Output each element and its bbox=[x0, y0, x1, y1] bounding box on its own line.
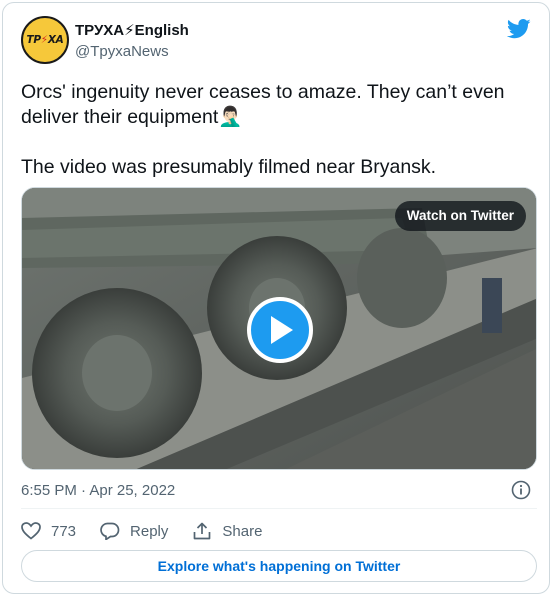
like-count: 773 bbox=[51, 522, 77, 540]
video-media[interactable]: Watch on Twitter bbox=[21, 187, 537, 470]
reply-icon bbox=[100, 522, 120, 540]
explore-twitter-button[interactable]: Explore what's happening on Twitter bbox=[21, 550, 537, 582]
share-button[interactable]: Share bbox=[192, 522, 262, 540]
reply-button[interactable]: Reply bbox=[100, 522, 168, 540]
play-icon bbox=[271, 316, 293, 344]
user-handle[interactable]: @TpyxaNews bbox=[75, 43, 169, 60]
avatar-text: ТР⚡ХА bbox=[26, 34, 64, 46]
share-label: Share bbox=[222, 522, 263, 540]
play-button[interactable] bbox=[247, 297, 313, 363]
heart-icon bbox=[21, 522, 41, 540]
avatar[interactable]: ТР⚡ХА bbox=[21, 16, 69, 64]
info-icon[interactable] bbox=[511, 480, 531, 500]
twitter-bird-icon[interactable] bbox=[507, 19, 531, 39]
watch-on-twitter-button[interactable]: Watch on Twitter bbox=[394, 201, 526, 231]
display-name[interactable]: ТРУХА⚡English bbox=[75, 21, 189, 39]
tweet-card: ТР⚡ХА ТРУХА⚡English @TpyxaNews Orcs' ing… bbox=[2, 2, 550, 594]
reply-label: Reply bbox=[130, 522, 169, 540]
like-button[interactable]: 773 bbox=[21, 522, 76, 540]
action-bar: 773 Reply Share bbox=[21, 520, 286, 542]
tweet-text: Orcs' ingenuity never ceases to amaze. T… bbox=[21, 81, 505, 178]
share-icon bbox=[194, 522, 211, 540]
divider bbox=[21, 508, 537, 509]
tweet-timestamp[interactable]: 6:55 PM · Apr 25, 2022 bbox=[21, 482, 175, 499]
